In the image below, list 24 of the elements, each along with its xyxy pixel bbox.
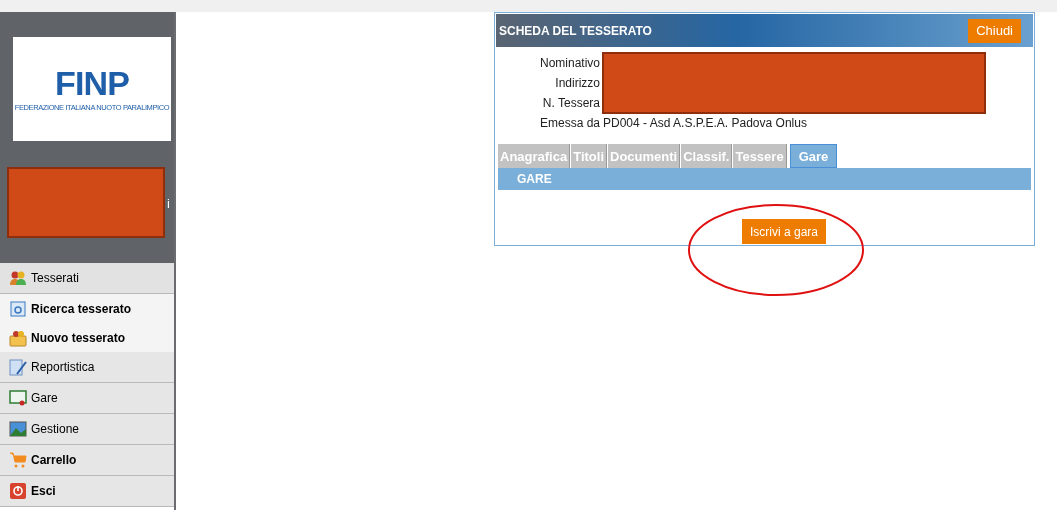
menu-item[interactable]: Carrello bbox=[0, 445, 174, 476]
landscape-icon bbox=[9, 420, 27, 438]
menu-item[interactable]: Reportistica bbox=[0, 352, 174, 383]
people-icon bbox=[9, 269, 27, 287]
document-search-icon bbox=[9, 299, 27, 318]
menu-item[interactable]: Esci bbox=[0, 476, 174, 507]
submenu-item[interactable]: Nuovo tesserato bbox=[0, 323, 174, 352]
card-title: SCHEDA DEL TESSERATO bbox=[499, 22, 652, 40]
section-title: GARE bbox=[517, 171, 552, 189]
folder-person-icon bbox=[9, 328, 27, 347]
field-label: Nominativo bbox=[538, 55, 600, 73]
menu-item[interactable]: Gestione bbox=[0, 414, 174, 445]
menu-item[interactable]: Gare bbox=[0, 383, 174, 414]
cart-icon bbox=[9, 451, 27, 469]
submenu-item[interactable]: Ricerca tesserato bbox=[0, 294, 174, 323]
report-icon bbox=[9, 358, 27, 376]
field-label: Indirizzo bbox=[554, 75, 600, 93]
user-name-text: i bbox=[167, 194, 170, 213]
field-value: PD004 - Asd A.S.P.E.A. Padova Onlus bbox=[603, 115, 807, 133]
menu-item[interactable]: Tesserati bbox=[0, 263, 174, 294]
certificate-icon bbox=[9, 389, 27, 407]
power-icon bbox=[9, 482, 27, 500]
field-label: N. Tessera bbox=[541, 95, 600, 113]
field-label: Emessa da bbox=[538, 115, 600, 133]
